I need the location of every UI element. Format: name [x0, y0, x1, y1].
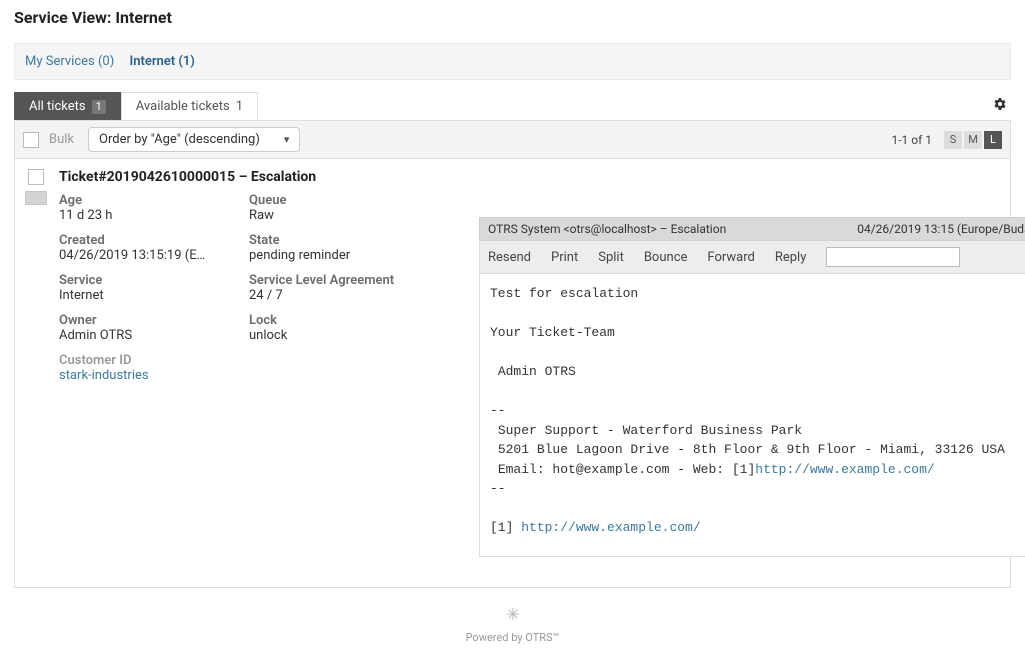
footer: Powered by OTRS™ — [0, 588, 1025, 654]
meta-sla-label: Service Level Agreement — [249, 273, 439, 288]
size-l-button[interactable]: L — [984, 131, 1002, 149]
meta-service-label: Service — [59, 273, 209, 288]
meta-owner-value: Admin OTRS — [59, 328, 209, 343]
filter-row: All tickets 1 Available tickets 1 — [14, 92, 1011, 120]
meta-created-value: 04/26/2019 13:15:19 (Eur... — [59, 248, 209, 263]
split-button[interactable]: Split — [598, 250, 624, 265]
msg-line: -- — [490, 481, 506, 496]
meta-customer-value[interactable]: stark-industries — [59, 368, 209, 383]
forward-button[interactable]: Forward — [707, 250, 754, 265]
tab-internet[interactable]: Internet (1) — [129, 54, 194, 69]
gear-icon[interactable] — [989, 93, 1011, 119]
reply-button[interactable]: Reply — [775, 250, 807, 265]
msg-link-2[interactable]: http://www.example.com/ — [521, 520, 700, 535]
message-body: Test for escalation Your Ticket-Team Adm… — [479, 274, 1025, 557]
service-tabs: My Services (0) Internet (1) — [14, 43, 1011, 80]
message-header: OTRS System <otrs@localhost> – Escalatio… — [479, 217, 1025, 241]
meta-created-label: Created — [59, 233, 209, 248]
message-from: OTRS System <otrs@localhost> – Escalatio… — [488, 222, 726, 236]
msg-line: -- — [490, 403, 506, 418]
msg-line: 5201 Blue Lagoon Drive - 8th Floor & 9th… — [490, 442, 1005, 457]
meta-customer-label: Customer ID — [59, 353, 209, 368]
footer-text: Powered by OTRS™ — [466, 631, 560, 644]
pager-text: 1-1 of 1 — [891, 133, 932, 147]
filter-all-tickets[interactable]: All tickets 1 — [14, 92, 121, 120]
size-m-button[interactable]: M — [964, 131, 982, 149]
meta-queue-label: Queue — [249, 193, 439, 208]
message-area: OTRS System <otrs@localhost> – Escalatio… — [479, 217, 1025, 557]
toolbar: Bulk Order by "Age" (descending) ▾ 1-1 o… — [14, 120, 1011, 158]
msg-line: Email: hot@example.com - Web: [1] — [490, 462, 755, 477]
bulk-label: Bulk — [49, 132, 74, 147]
msg-line: Super Support - Waterford Business Park — [490, 423, 802, 438]
chevron-down-icon: ▾ — [284, 133, 290, 146]
message-actions: Resend Print Split Bounce Forward Reply — [479, 241, 1025, 274]
ticket-title[interactable]: Ticket#2019042610000015 – Escalation — [59, 169, 1025, 185]
page-title: Service View: Internet — [14, 8, 1011, 27]
filter-available-label: Available tickets — [136, 99, 230, 114]
meta-lock-value: unlock — [249, 328, 439, 343]
size-buttons: S M L — [944, 131, 1002, 149]
meta-service-value: Internet — [59, 288, 209, 303]
meta-age-label: Age — [59, 193, 209, 208]
meta-lock-label: Lock — [249, 313, 439, 328]
filter-all-count: 1 — [92, 100, 106, 114]
message-date: 04/26/2019 13:15 (Europe/Budapest) — [857, 222, 1025, 236]
meta-age-value: 11 d 23 h — [59, 208, 209, 223]
size-s-button[interactable]: S — [944, 131, 962, 149]
order-select-label: Order by "Age" (descending) — [99, 132, 260, 147]
print-button[interactable]: Print — [551, 250, 578, 265]
order-select[interactable]: Order by "Age" (descending) ▾ — [88, 127, 300, 152]
msg-link-1[interactable]: http://www.example.com/ — [755, 462, 934, 477]
ticket-checkbox[interactable] — [28, 169, 44, 185]
resend-button[interactable]: Resend — [488, 250, 531, 265]
reply-input[interactable] — [826, 247, 960, 267]
filter-available-count: 1 — [236, 99, 243, 114]
ticket-panel: Ticket#2019042610000015 – Escalation Age… — [14, 158, 1011, 588]
select-all-checkbox[interactable] — [23, 132, 39, 148]
msg-line: Admin OTRS — [490, 364, 576, 379]
tab-my-services[interactable]: My Services (0) — [25, 54, 114, 69]
meta-sla-value: 24 / 7 — [249, 288, 439, 303]
ticket-flag-icon[interactable] — [25, 191, 47, 205]
filter-available-tickets[interactable]: Available tickets 1 — [121, 92, 258, 120]
filter-all-label: All tickets — [29, 99, 86, 114]
msg-line: Test for escalation — [490, 286, 638, 301]
meta-queue-value: Raw — [249, 208, 439, 223]
msg-line: [1] — [490, 520, 521, 535]
meta-state-label: State — [249, 233, 439, 248]
bounce-button[interactable]: Bounce — [644, 250, 688, 265]
meta-state-value: pending reminder — [249, 248, 439, 263]
meta-owner-label: Owner — [59, 313, 209, 328]
loading-icon — [505, 606, 521, 622]
msg-line: Your Ticket-Team — [490, 325, 615, 340]
